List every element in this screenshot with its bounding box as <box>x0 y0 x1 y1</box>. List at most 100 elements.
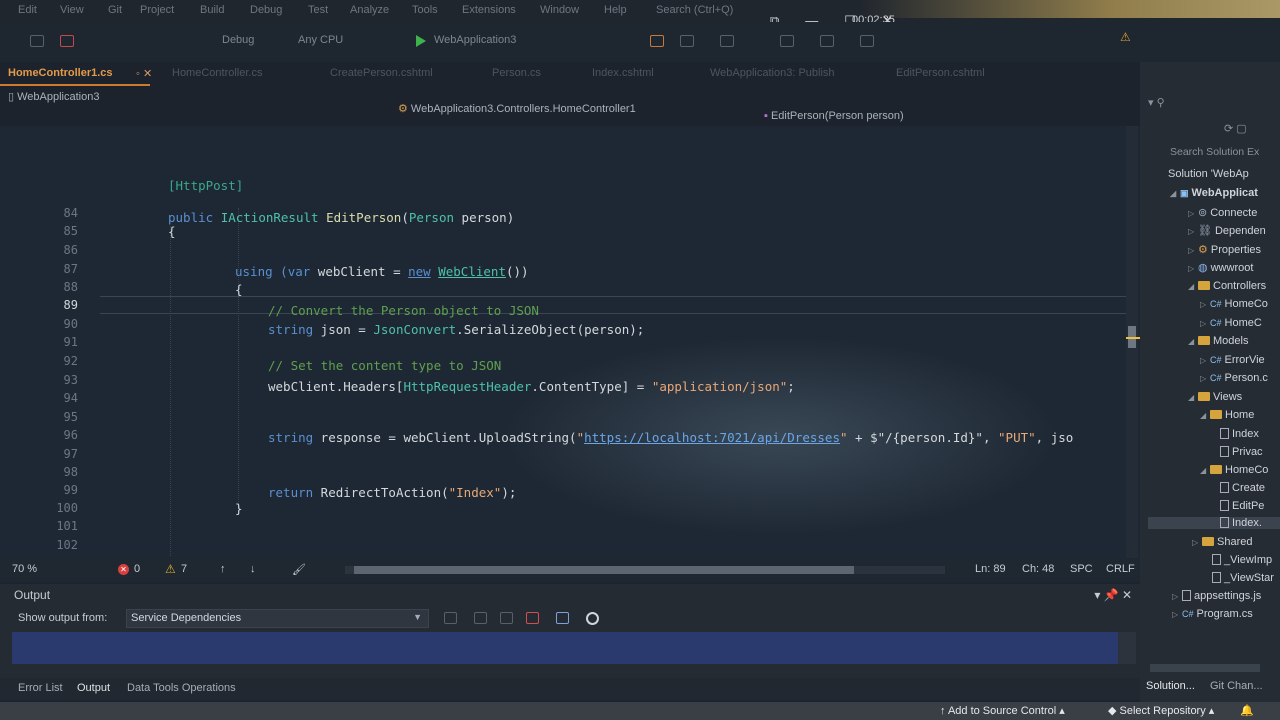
tree-editperson-view[interactable]: EditPe <box>1220 500 1264 512</box>
menu-help[interactable]: Help <box>604 4 627 16</box>
warning-icon[interactable]: ⚠ <box>1120 30 1131 44</box>
cleanup-icon[interactable]: 🖌 <box>292 563 306 576</box>
tree-wwwroot[interactable]: ▷ ◍ wwwroot <box>1188 261 1253 274</box>
pane-controls[interactable]: ▾ 📌 ✕ <box>1094 588 1132 602</box>
project-dropdown[interactable]: ▯ WebApplication3 <box>8 90 99 103</box>
error-icon[interactable]: ✕ <box>118 564 129 575</box>
run-icon[interactable] <box>416 35 426 47</box>
menu-analyze[interactable]: Analyze <box>350 4 389 16</box>
tab-publish[interactable]: WebApplication3: Publish <box>710 67 835 79</box>
output-source-select[interactable]: Service Dependencies ▼ <box>126 609 429 628</box>
tab-output[interactable]: Output <box>77 682 110 694</box>
tree-index-view-selected[interactable]: Index. <box>1148 517 1280 529</box>
tree-appsettings[interactable]: ▷ appsettings.js <box>1172 590 1261 602</box>
menu-test[interactable]: Test <box>308 4 328 16</box>
tree-person[interactable]: ▷ C# Person.c <box>1200 372 1268 384</box>
spacing-indicator[interactable]: SPC <box>1070 563 1093 575</box>
output-text-area[interactable] <box>12 632 1118 664</box>
next-message-icon[interactable] <box>500 612 513 624</box>
tree-dependencies[interactable]: ▷ ⛓ Dependen <box>1188 224 1266 237</box>
warning-count[interactable]: 7 <box>181 563 187 575</box>
tree-controllers[interactable]: ◢ Controllers <box>1188 280 1266 292</box>
search-box[interactable]: Search (Ctrl+Q) <box>656 4 733 16</box>
select-repository-button[interactable]: ◆ Select Repository ▴ <box>1108 704 1214 717</box>
tab-close-icon[interactable]: ◦ ✕ <box>136 67 152 80</box>
tree-solution[interactable]: Solution 'WebAp <box>1168 168 1249 180</box>
prev-message-icon[interactable] <box>474 612 487 624</box>
comment-icon[interactable] <box>820 35 834 47</box>
menu-window[interactable]: Window <box>540 4 579 16</box>
publish-icon[interactable] <box>650 35 664 47</box>
pin-icon[interactable]: ▾ ⚲ <box>1148 96 1165 109</box>
tree-home-folder[interactable]: ◢ Home <box>1200 409 1254 421</box>
down-arrow-icon[interactable]: ↓ <box>250 563 256 575</box>
menu-project[interactable]: Project <box>140 4 174 16</box>
tree-project[interactable]: ◢ ▣ WebApplicat <box>1170 187 1258 199</box>
tab-solution-explorer[interactable]: Solution... <box>1146 680 1195 692</box>
tree-index-view[interactable]: Index <box>1220 428 1259 440</box>
find-icon[interactable] <box>444 612 457 624</box>
bookmark-icon[interactable] <box>860 35 874 47</box>
indent-guide <box>238 208 239 508</box>
tree-homecontroller1[interactable]: ▷ C# HomeCo <box>1200 298 1268 310</box>
code-editor[interactable]: 84 85 86 87 88 89 90 91 92 93 94 95 96 9… <box>0 126 1140 558</box>
menu-view[interactable]: View <box>60 4 84 16</box>
forward-icon[interactable] <box>60 35 74 47</box>
url-link[interactable]: https://localhost:7021/api/Dresses <box>584 430 840 445</box>
tab-homecontroller[interactable]: HomeController.cs <box>172 67 262 79</box>
notifications-icon[interactable]: 🔔 <box>1240 704 1254 717</box>
tree-viewstart[interactable]: _ViewStar <box>1212 572 1274 584</box>
back-icon[interactable] <box>30 35 44 47</box>
tree-views[interactable]: ◢ Views <box>1188 391 1242 403</box>
tree-connected[interactable]: ▷ ⊚ Connecte <box>1188 206 1257 219</box>
zoom-dropdown[interactable]: 70 % <box>12 563 37 575</box>
tree-homecontroller1-folder[interactable]: ◢ HomeCo <box>1200 464 1268 476</box>
config-dropdown[interactable]: Debug <box>222 34 254 46</box>
tab-homecontroller1[interactable]: HomeController1.cs <box>8 67 113 79</box>
up-arrow-icon[interactable]: ↑ <box>220 563 226 575</box>
tab-error-list[interactable]: Error List <box>18 682 63 694</box>
output-scrollbar[interactable] <box>1118 632 1136 664</box>
tree-properties[interactable]: ▷ ⚙ Properties <box>1188 243 1261 256</box>
vertical-scrollbar[interactable] <box>1126 126 1140 558</box>
menu-git[interactable]: Git <box>108 4 122 16</box>
tree-privacy-view[interactable]: Privac <box>1220 446 1263 458</box>
menu-extensions[interactable]: Extensions <box>462 4 516 16</box>
tree-errorviewmodel[interactable]: ▷ C# ErrorVie <box>1200 354 1265 366</box>
layout-icon[interactable] <box>680 35 694 47</box>
tab-data-tools[interactable]: Data Tools Operations <box>127 682 236 694</box>
clock-icon[interactable] <box>586 612 599 625</box>
tab-index[interactable]: Index.cshtml <box>592 67 654 79</box>
tree-program[interactable]: ▷ C# Program.cs <box>1172 608 1253 620</box>
horizontal-scroll-thumb[interactable] <box>354 566 854 574</box>
tab-person[interactable]: Person.cs <box>492 67 541 79</box>
menu-build[interactable]: Build <box>200 4 224 16</box>
class-dropdown[interactable]: ⚙ WebApplication3.Controllers.HomeContro… <box>398 102 636 115</box>
menu-edit[interactable]: Edit <box>18 4 37 16</box>
tree-create-view[interactable]: Create <box>1220 482 1265 494</box>
solution-horizontal-scrollbar[interactable] <box>1150 664 1260 672</box>
eol-indicator[interactable]: CRLF <box>1106 563 1135 575</box>
menu-tools[interactable]: Tools <box>412 4 438 16</box>
warning-icon[interactable]: ⚠ <box>165 562 176 576</box>
collapse-icon: ◢ <box>1188 337 1195 346</box>
word-wrap-icon[interactable] <box>556 612 569 624</box>
tree-models[interactable]: ◢ Models <box>1188 335 1248 347</box>
platform-dropdown[interactable]: Any CPU <box>298 34 343 46</box>
tree-shared-folder[interactable]: ▷ Shared <box>1192 536 1252 548</box>
run-target-button[interactable]: WebApplication3 <box>434 34 516 46</box>
tab-git-changes[interactable]: Git Chan... <box>1210 680 1263 692</box>
tab-editperson[interactable]: EditPerson.cshtml <box>896 67 985 79</box>
tab-createperson[interactable]: CreatePerson.cshtml <box>330 67 433 79</box>
source-control-button[interactable]: ↑ Add to Source Control ▴ <box>940 704 1065 717</box>
member-dropdown[interactable]: ▪ EditPerson(Person person) <box>764 110 904 122</box>
sync-icon[interactable]: ⟳ ▢ <box>1224 122 1247 135</box>
indent-icon[interactable] <box>780 35 794 47</box>
menu-debug[interactable]: Debug <box>250 4 282 16</box>
solution-search-input[interactable]: Search Solution Ex <box>1170 146 1259 158</box>
tree-viewimports[interactable]: _ViewImp <box>1212 554 1272 566</box>
clear-all-icon[interactable] <box>526 612 539 624</box>
tree-homecontroller[interactable]: ▷ C# HomeC <box>1200 317 1262 329</box>
align-icon[interactable] <box>720 35 734 47</box>
error-count[interactable]: 0 <box>134 563 140 575</box>
